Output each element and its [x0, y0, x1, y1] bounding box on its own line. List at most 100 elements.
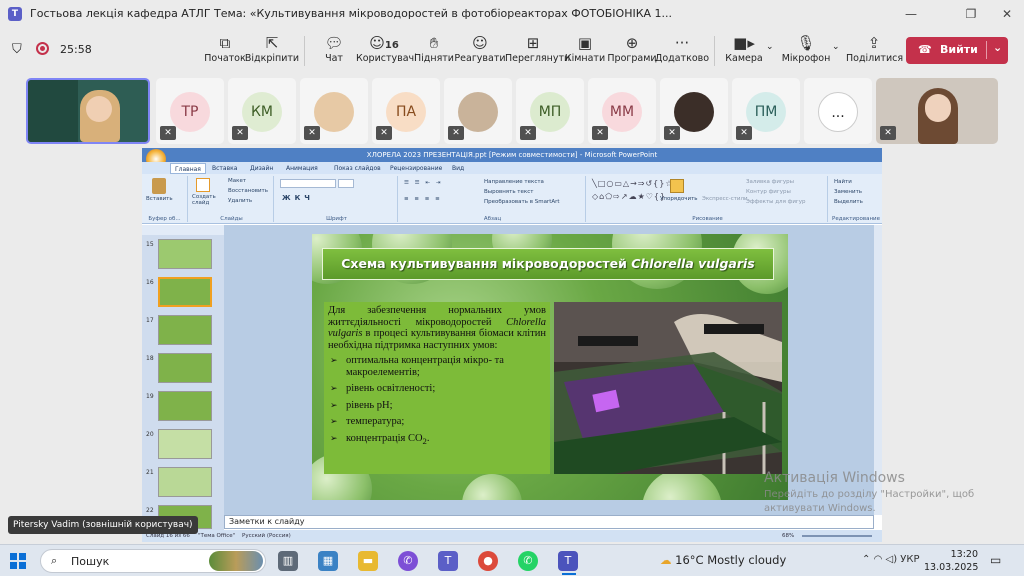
slide-thumbnail[interactable] — [158, 429, 212, 459]
tab-design[interactable]: Дизайн — [246, 163, 277, 174]
camera-options-chevron-icon[interactable]: ⌄ — [766, 42, 774, 52]
start-button[interactable] — [10, 553, 26, 569]
shapes-gallery-row2[interactable]: ◇⌂⬠⇨↗☁★♡{} — [592, 192, 666, 201]
quick-styles-label[interactable]: Экспресс-стили — [702, 196, 748, 202]
align-text-button[interactable]: Выровнять текст — [484, 189, 533, 195]
camera-button[interactable]: ■▸ Камера — [716, 33, 772, 71]
view-button[interactable]: ⊞ Переглянути — [505, 33, 570, 71]
tab-animation[interactable]: Анимация — [282, 163, 322, 174]
shape-effects-button[interactable]: Эффекты для фигур — [746, 199, 806, 205]
replace-button[interactable]: Заменить — [834, 189, 862, 195]
tab-slideshow[interactable]: Показ слайдов — [330, 163, 385, 174]
more-button[interactable]: ··· Додатково — [654, 33, 710, 71]
taskbar-search[interactable]: ⌕ Пошук — [40, 549, 266, 573]
slide-thumbnail-selected[interactable] — [158, 277, 212, 307]
task-view-icon[interactable]: ▥ — [278, 551, 298, 571]
search-highlight-image — [209, 551, 263, 571]
leave-options-chevron-icon[interactable]: ⌄ — [986, 41, 1002, 59]
paste-label[interactable]: Вставить — [146, 196, 173, 202]
apps-button[interactable]: ⊕ Програми — [604, 33, 660, 71]
clock[interactable]: 13:20 13.03.2025 — [924, 548, 978, 574]
arrange-icon[interactable] — [670, 179, 684, 193]
participant-tile[interactable]: ПА ✕ — [372, 78, 440, 144]
thumbnail-number: 15 — [146, 241, 154, 248]
delete-button[interactable]: Удалить — [228, 198, 252, 204]
select-button[interactable]: Выделить — [834, 199, 863, 205]
participant-tile[interactable]: ✕ — [660, 78, 728, 144]
close-button[interactable]: ✕ — [992, 4, 1022, 24]
participant-tile[interactable]: ✕ — [300, 78, 368, 144]
slide-thumbnail[interactable] — [158, 239, 212, 269]
notes-pane[interactable]: Заметки к слайду — [224, 515, 874, 529]
file-explorer-icon[interactable]: ▬ — [358, 551, 378, 571]
self-video-tile[interactable]: ✕ — [876, 78, 998, 144]
shape-fill-button[interactable]: Заливка фигуры — [746, 179, 794, 185]
viber-icon[interactable]: ✆ — [398, 551, 418, 571]
system-tray[interactable]: ⌃ ◠ ◁) УКР — [862, 554, 920, 565]
unpin-button[interactable]: ⇱ Відкріпити — [244, 33, 300, 71]
whatsapp-icon[interactable]: ✆ — [518, 551, 538, 571]
participant-tile[interactable]: ТР ✕ — [156, 78, 224, 144]
arrange-label[interactable]: Упорядочить — [660, 196, 698, 202]
presenter-name-label: Pitersky Vadim (зовнішній користувач) — [8, 516, 198, 534]
participant-tile[interactable]: МП ✕ — [516, 78, 584, 144]
font-format-buttons[interactable]: ЖКЧ — [282, 194, 314, 202]
reset-button[interactable]: Восстановить — [228, 188, 268, 194]
tab-review[interactable]: Рецензирование — [386, 163, 446, 174]
font-size-select[interactable] — [338, 179, 354, 188]
align-buttons[interactable]: ≡ ≡ ≡ ≡ — [404, 196, 442, 202]
notifications-icon[interactable]: ▭ — [990, 553, 1001, 567]
text-direction-button[interactable]: Направление текста — [484, 179, 544, 185]
tab-view[interactable]: Вид — [448, 163, 468, 174]
input-language[interactable]: УКР — [900, 554, 919, 565]
zoom-slider[interactable] — [802, 535, 872, 537]
leave-button[interactable]: ☎ Вийти ⌄ — [906, 37, 1008, 64]
volume-icon[interactable]: ◁) — [886, 554, 898, 565]
weather-widget[interactable]: ☁ 16°C Mostly cloudy — [660, 553, 786, 567]
paste-icon[interactable] — [152, 178, 166, 194]
teams-active-icon[interactable]: T — [558, 551, 578, 571]
new-slide-label[interactable]: Создать слайд — [192, 194, 220, 206]
minimize-button[interactable]: — — [896, 4, 926, 24]
participant-tile[interactable]: ✕ — [444, 78, 512, 144]
clock-time: 13:20 — [950, 549, 978, 560]
slide-thumbnail[interactable] — [158, 315, 212, 345]
react-button[interactable]: ☺ Реагувати — [452, 33, 508, 71]
slide-thumbnail[interactable] — [158, 353, 212, 383]
tab-home[interactable]: Главная — [170, 163, 206, 174]
find-button[interactable]: Найти — [834, 179, 852, 185]
pane-tabs[interactable] — [142, 225, 224, 235]
slide[interactable]: Схема культивування мікроводоростей Chlo… — [312, 234, 788, 500]
shape-outline-button[interactable]: Контур фигуры — [746, 189, 791, 195]
participant-tile[interactable]: КМ ✕ — [228, 78, 296, 144]
share-button[interactable]: ⇪ Поділитися — [846, 33, 903, 71]
zoom-level[interactable]: 68% — [782, 530, 794, 542]
photobioreactor-photo — [554, 302, 782, 474]
participant-tile[interactable]: ПМ ✕ — [732, 78, 800, 144]
widgets-icon[interactable]: ▦ — [318, 551, 338, 571]
wifi-icon[interactable]: ◠ — [874, 554, 883, 565]
list-buttons[interactable]: ☰ ☰ ⇤ ⇥ — [404, 180, 442, 186]
smartart-button[interactable]: Преобразовать в SmartArt — [484, 199, 560, 205]
slide-thumbnail[interactable] — [158, 467, 212, 497]
participant-tile[interactable]: ММ ✕ — [588, 78, 656, 144]
new-slide-icon[interactable] — [196, 178, 210, 192]
chrome-icon[interactable]: ● — [478, 551, 498, 571]
slide-thumbnail[interactable] — [158, 391, 212, 421]
more-participants-tile[interactable]: ... — [804, 78, 872, 144]
people-button[interactable]: ☺16 Користувачі — [356, 33, 417, 71]
mic-options-chevron-icon[interactable]: ⌄ — [832, 42, 840, 52]
shapes-gallery[interactable]: ╲□○▭△→⇒↺{}☆ — [592, 179, 674, 188]
restore-button[interactable]: ❐ — [956, 4, 986, 24]
font-name-select[interactable] — [280, 179, 336, 188]
mic-button[interactable]: 🎙︎ Мікрофон — [778, 33, 834, 71]
apps-icon: ⊕ — [625, 34, 639, 52]
presenter-face — [86, 96, 112, 122]
layout-button[interactable]: Макет — [228, 178, 246, 184]
presenter-video-tile[interactable] — [26, 78, 150, 144]
group-label: Абзац — [483, 216, 502, 222]
show-hidden-icon[interactable]: ⌃ — [862, 554, 870, 565]
chat-button[interactable]: 💬︎ Чат — [306, 33, 362, 71]
tab-insert[interactable]: Вставка — [208, 163, 241, 174]
teams-icon[interactable]: T — [438, 551, 458, 571]
